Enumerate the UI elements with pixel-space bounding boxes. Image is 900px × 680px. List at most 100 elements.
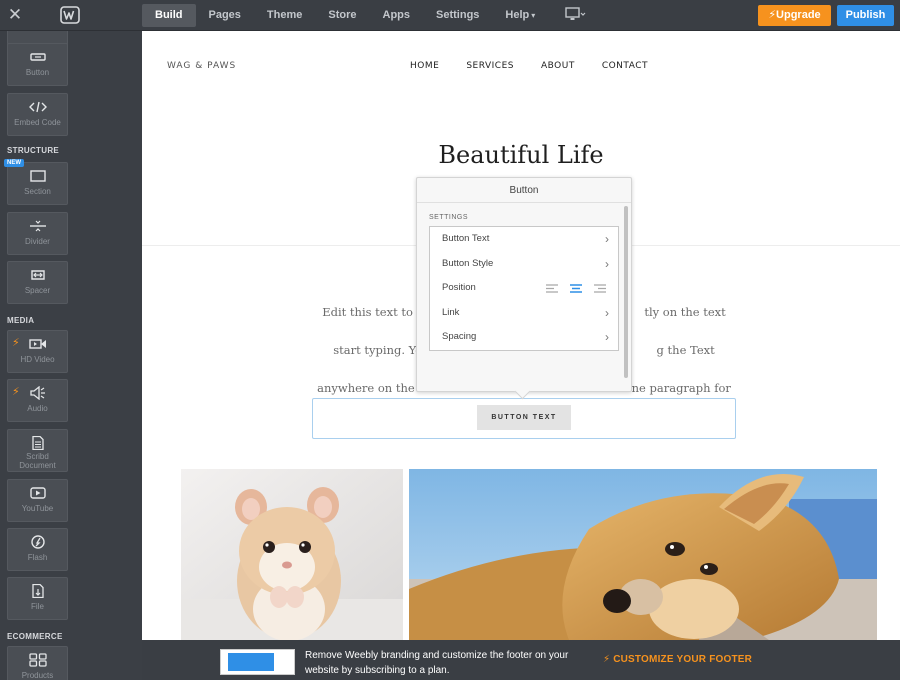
- site-nav-services[interactable]: SERVICES: [466, 61, 514, 71]
- upgrade-label: Upgrade: [776, 9, 821, 21]
- sidebar-item-label: Products: [21, 671, 54, 680]
- setting-label: Button Style: [442, 257, 494, 269]
- popup-title: Button: [417, 178, 631, 203]
- setting-label: Position: [442, 282, 476, 293]
- setting-spacing[interactable]: Spacing ›: [430, 325, 618, 350]
- sidebar-item-label: Audio: [27, 404, 48, 413]
- button-icon: [29, 53, 46, 61]
- button-settings-popup: Button SETTINGS Button Text › Button Sty…: [416, 177, 632, 392]
- main-tabs: Build Pages Theme Store Apps Settings He…: [142, 4, 548, 27]
- setting-label: Spacing: [442, 331, 477, 342]
- button-element-selected[interactable]: BUTTON TEXT: [312, 398, 736, 439]
- close-icon[interactable]: ✕: [6, 6, 24, 24]
- element-sidebar: Button Embed Code STRUCTURE Section NEW …: [0, 31, 142, 680]
- sidebar-item-scribd-document[interactable]: Scribd Document: [7, 429, 68, 472]
- lightning-icon: ⚡: [12, 337, 20, 349]
- setting-button-text[interactable]: Button Text ›: [430, 227, 618, 252]
- sidebar-item-flash[interactable]: Flash: [7, 528, 68, 571]
- popup-settings-list: Button Text › Button Style › Position Li…: [429, 226, 619, 351]
- puppy-photo: [409, 469, 877, 640]
- lightning-icon: ⚡: [768, 9, 777, 21]
- tab-apps[interactable]: Apps: [370, 4, 424, 27]
- video-icon: [28, 339, 46, 349]
- sidebar-item-hd-video[interactable]: ⚡ HD Video: [7, 330, 68, 373]
- youtube-icon: [29, 487, 46, 499]
- section-heading-media: MEDIA: [7, 316, 35, 325]
- align-left-icon[interactable]: [546, 284, 558, 293]
- chevron-down-icon: ▾: [531, 11, 536, 20]
- section-heading-ecommerce: ECOMMERCE: [7, 632, 63, 641]
- products-icon: [28, 653, 47, 667]
- sidebar-item-label: Scribd Document: [19, 452, 56, 470]
- publish-button[interactable]: Publish: [837, 5, 894, 26]
- tab-settings[interactable]: Settings: [423, 4, 492, 27]
- tab-help[interactable]: Help ▾: [492, 4, 548, 27]
- sidebar-item-label: Button: [25, 68, 50, 77]
- site-nav-home[interactable]: HOME: [410, 61, 439, 71]
- footer-preview-thumbnail: [220, 649, 295, 675]
- popup-scrollbar[interactable]: [624, 206, 628, 378]
- file-icon: [31, 584, 44, 598]
- upgrade-button[interactable]: ⚡Upgrade: [758, 5, 831, 26]
- site-button[interactable]: BUTTON TEXT: [477, 405, 571, 430]
- align-right-icon[interactable]: [594, 284, 606, 293]
- puppy-image[interactable]: [409, 469, 877, 640]
- chevron-right-icon: ›: [605, 305, 609, 320]
- tab-build[interactable]: Build: [142, 4, 196, 27]
- new-badge: NEW: [4, 159, 24, 167]
- sidebar-item-embed-code[interactable]: Embed Code: [7, 93, 68, 136]
- sidebar-item-youtube[interactable]: YouTube: [7, 479, 68, 522]
- sidebar-item-section[interactable]: Section: [7, 162, 68, 205]
- hero-title[interactable]: Beautiful Life: [142, 141, 900, 169]
- setting-label: Link: [442, 306, 460, 318]
- divider-icon: [29, 220, 46, 232]
- sidebar-item-spacer[interactable]: Spacer: [7, 261, 68, 304]
- footer-preview-block: [228, 653, 274, 671]
- tab-pages[interactable]: Pages: [196, 4, 254, 27]
- setting-label: Button Text: [442, 233, 490, 244]
- align-center-icon[interactable]: [570, 284, 582, 293]
- site-logo[interactable]: WAG & PAWS: [167, 61, 236, 71]
- site-nav-about[interactable]: ABOUT: [541, 61, 575, 71]
- setting-button-style[interactable]: Button Style ›: [430, 252, 618, 277]
- setting-position: Position: [430, 276, 618, 301]
- tab-help-label: Help: [505, 9, 530, 21]
- chevron-right-icon: ›: [605, 256, 609, 271]
- code-icon: [28, 101, 47, 113]
- footer-message: Remove Weebly branding and customize the…: [305, 648, 580, 678]
- tab-theme[interactable]: Theme: [254, 4, 315, 27]
- customize-footer-label: CUSTOMIZE YOUR FOOTER: [613, 654, 753, 665]
- sidebar-item-audio[interactable]: ⚡ Audio: [7, 379, 68, 422]
- sidebar-item-file[interactable]: File: [7, 577, 68, 620]
- hamster-photo: [181, 469, 403, 640]
- tab-store[interactable]: Store: [315, 4, 369, 27]
- sidebar-item-products[interactable]: Products: [7, 646, 68, 680]
- audio-icon: [29, 386, 45, 400]
- lightning-icon: ⚡: [603, 654, 611, 665]
- site-nav-contact[interactable]: CONTACT: [602, 61, 648, 71]
- site-nav: HOME SERVICES ABOUT CONTACT: [410, 61, 675, 71]
- sidebar-item-label: YouTube: [21, 504, 54, 513]
- footer-message-line: Remove Weebly branding and customize the…: [305, 650, 569, 661]
- sidebar-item-label: File: [31, 602, 44, 611]
- flash-icon: [30, 535, 45, 549]
- top-toolbar: ✕ Build Pages Theme Store Apps Settings …: [0, 0, 900, 31]
- document-icon: [31, 436, 44, 450]
- chevron-right-icon: ›: [605, 330, 609, 344]
- sidebar-item-label: Embed Code: [14, 118, 61, 127]
- sidebar-item-label: Section: [24, 187, 51, 196]
- weebly-logo-icon[interactable]: [60, 6, 80, 24]
- footer-message-line: website by subscribing to a plan.: [305, 665, 450, 676]
- spacer-icon: [30, 270, 45, 280]
- section-icon: [29, 170, 46, 182]
- sidebar-item-label: HD Video: [20, 355, 55, 364]
- customize-footer-link[interactable]: ⚡ CUSTOMIZE YOUR FOOTER: [603, 654, 752, 665]
- setting-link[interactable]: Link ›: [430, 301, 618, 326]
- popup-section-label: SETTINGS: [429, 214, 469, 221]
- sidebar-item-label: Divider: [25, 237, 50, 246]
- lightning-icon: ⚡: [12, 386, 20, 398]
- monitor-icon[interactable]: [565, 7, 587, 23]
- hamster-image[interactable]: [181, 469, 403, 640]
- sidebar-item-button[interactable]: Button: [7, 43, 68, 86]
- sidebar-item-divider[interactable]: Divider: [7, 212, 68, 255]
